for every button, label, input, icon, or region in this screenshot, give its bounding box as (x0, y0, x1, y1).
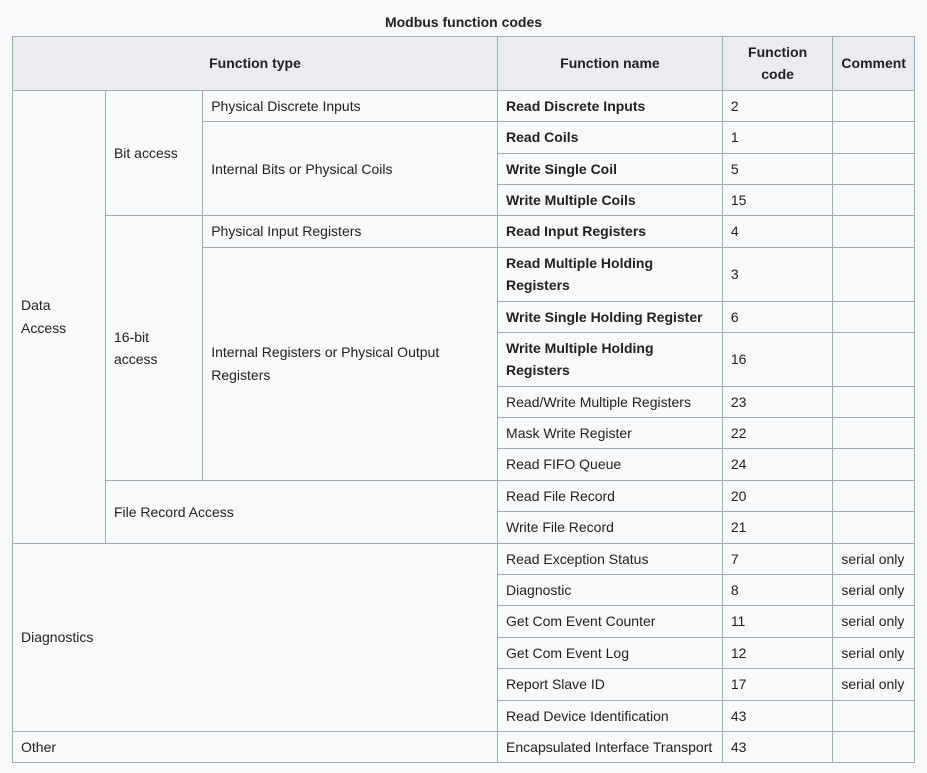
cell-comment: serial only (833, 669, 915, 700)
cell-function-code: 1 (722, 122, 833, 153)
group-data-access: Data Access (13, 90, 106, 543)
modbus-function-codes-table: Modbus function codes Function type Func… (12, 10, 915, 763)
table-row: File Record Access Read File Record 20 (13, 480, 915, 511)
cell-function-name: Mask Write Register (498, 418, 723, 449)
table-row: Diagnostics Read Exception Status 7 seri… (13, 543, 915, 574)
cell-function-code: 16 (722, 332, 833, 386)
cell-function-code: 12 (722, 637, 833, 668)
cell-function-code: 21 (722, 512, 833, 543)
group-diagnostics: Diagnostics (13, 543, 498, 731)
cell-comment: serial only (833, 543, 915, 574)
cell-comment (833, 247, 915, 301)
cell-function-name: Diagnostic (498, 575, 723, 606)
cell-function-code: 20 (722, 480, 833, 511)
cell-comment (833, 301, 915, 332)
cell-function-name: Write File Record (498, 512, 723, 543)
cell-function-code: 2 (722, 90, 833, 121)
cell-function-name: Read Discrete Inputs (498, 90, 723, 121)
cell-function-code: 4 (722, 216, 833, 247)
group-phys-discrete-inputs: Physical Discrete Inputs (203, 90, 498, 121)
cell-function-name: Write Multiple Coils (498, 184, 723, 215)
cell-function-name: Read Coils (498, 122, 723, 153)
header-function-type: Function type (13, 37, 498, 91)
cell-comment (833, 418, 915, 449)
cell-comment (833, 153, 915, 184)
cell-function-code: 11 (722, 606, 833, 637)
cell-function-code: 43 (722, 700, 833, 731)
cell-function-name: Write Multiple Holding Registers (498, 332, 723, 386)
group-other: Other (13, 731, 498, 762)
cell-function-name: Read/Write Multiple Registers (498, 386, 723, 417)
group-file-record-access: File Record Access (105, 480, 497, 543)
table-row: Data Access Bit access Physical Discrete… (13, 90, 915, 121)
cell-function-name: Encapsulated Interface Transport (498, 731, 723, 762)
cell-comment (833, 90, 915, 121)
group-phys-input-registers: Physical Input Registers (203, 216, 498, 247)
cell-function-name: Write Single Holding Register (498, 301, 723, 332)
cell-comment (833, 216, 915, 247)
cell-function-code: 22 (722, 418, 833, 449)
cell-function-code: 3 (722, 247, 833, 301)
cell-function-code: 5 (722, 153, 833, 184)
cell-function-name: Write Single Coil (498, 153, 723, 184)
cell-comment (833, 122, 915, 153)
cell-function-name: Read Exception Status (498, 543, 723, 574)
cell-function-name: Report Slave ID (498, 669, 723, 700)
cell-comment (833, 480, 915, 511)
group-bit-access: Bit access (105, 90, 202, 216)
table-row: 16-bit access Physical Input Registers R… (13, 216, 915, 247)
table-header-row: Function type Function name Function cod… (13, 37, 915, 91)
cell-function-name: Read Input Registers (498, 216, 723, 247)
cell-function-name: Read Multiple Holding Registers (498, 247, 723, 301)
cell-function-name: Read File Record (498, 480, 723, 511)
group-internal-bits: Internal Bits or Physical Coils (203, 122, 498, 216)
cell-function-name: Get Com Event Log (498, 637, 723, 668)
header-function-code: Function code (722, 37, 833, 91)
cell-function-code: 8 (722, 575, 833, 606)
cell-function-code: 43 (722, 731, 833, 762)
cell-function-code: 7 (722, 543, 833, 574)
cell-comment (833, 700, 915, 731)
cell-comment: serial only (833, 575, 915, 606)
cell-function-name: Read Device Identification (498, 700, 723, 731)
cell-comment: serial only (833, 637, 915, 668)
cell-function-code: 17 (722, 669, 833, 700)
cell-comment (833, 449, 915, 480)
cell-comment (833, 512, 915, 543)
table-row: Other Encapsulated Interface Transport 4… (13, 731, 915, 762)
cell-function-code: 15 (722, 184, 833, 215)
header-function-name: Function name (498, 37, 723, 91)
cell-comment (833, 332, 915, 386)
group-internal-registers: Internal Registers or Physical Output Re… (203, 247, 498, 480)
header-comment: Comment (833, 37, 915, 91)
cell-comment (833, 184, 915, 215)
cell-comment (833, 386, 915, 417)
group-16bit-access: 16-bit access (105, 216, 202, 481)
cell-function-name: Get Com Event Counter (498, 606, 723, 637)
table-caption: Modbus function codes (12, 10, 915, 36)
cell-function-name: Read FIFO Queue (498, 449, 723, 480)
cell-function-code: 6 (722, 301, 833, 332)
cell-function-code: 24 (722, 449, 833, 480)
cell-comment (833, 731, 915, 762)
cell-function-code: 23 (722, 386, 833, 417)
cell-comment: serial only (833, 606, 915, 637)
